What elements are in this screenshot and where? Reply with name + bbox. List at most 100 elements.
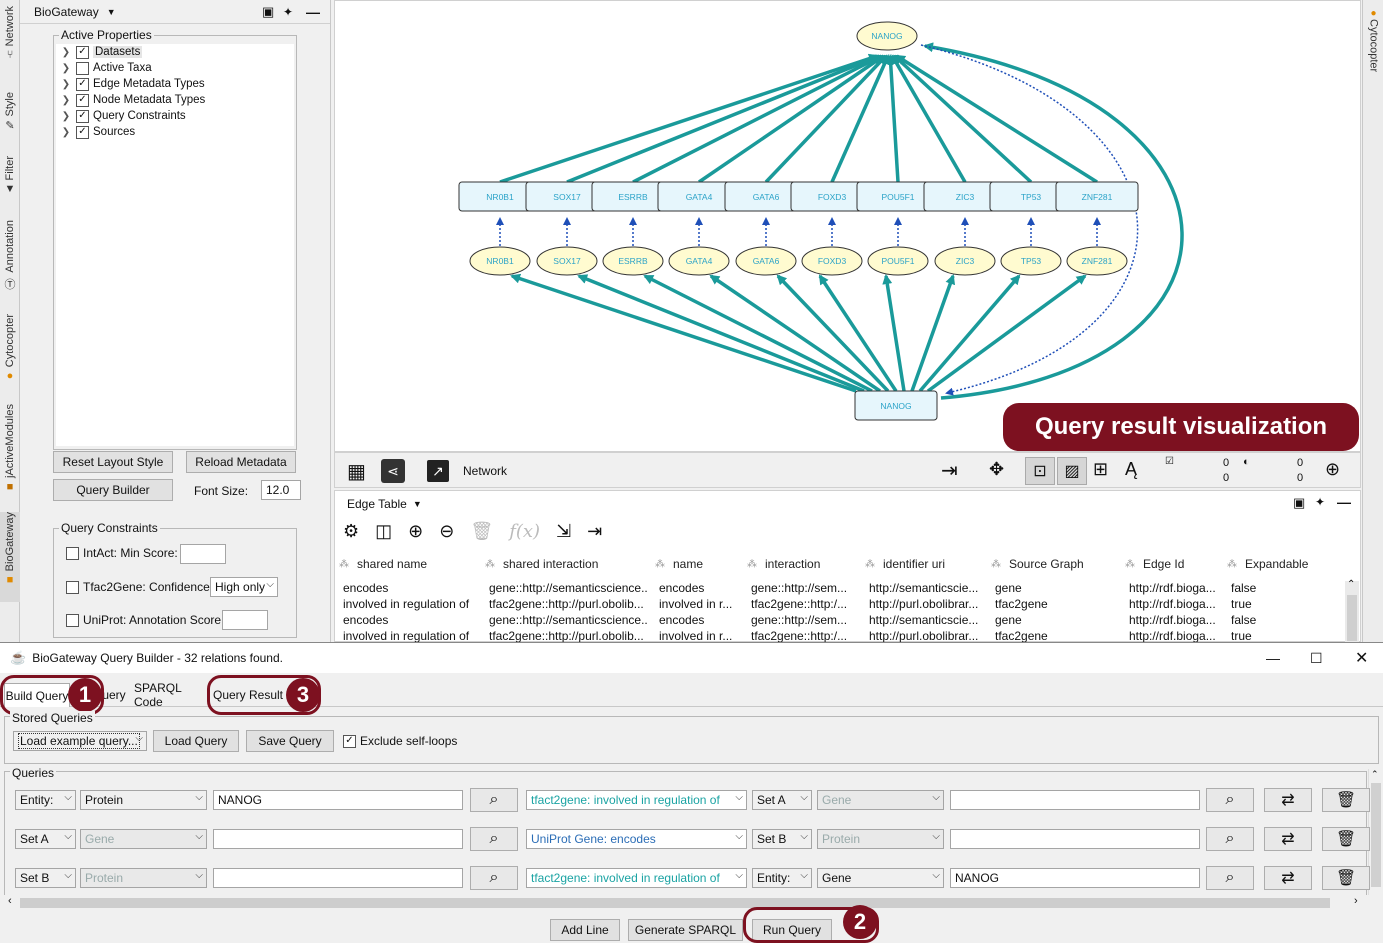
navigate-icon[interactable]: ⊕ <box>1325 459 1340 480</box>
checkbox-active-taxa[interactable] <box>76 61 89 75</box>
table-cell[interactable]: false <box>1231 581 1323 595</box>
table-cell[interactable]: true <box>1231 629 1323 643</box>
table-cell[interactable]: gene::http://semanticscience... <box>489 581 647 595</box>
window-maximize-icon[interactable]: ☐ <box>1310 650 1323 667</box>
hscroll-thumb[interactable] <box>20 898 1330 908</box>
table-cell[interactable]: http://rdf.bioga... <box>1129 597 1219 611</box>
select-annotations-icon[interactable]: ⊞ <box>1093 459 1108 480</box>
checkbox-intact[interactable] <box>66 546 79 560</box>
select-nodes-icon[interactable]: ⊡ <box>1025 457 1055 485</box>
column-header[interactable]: ⁂ Expandable <box>1227 551 1327 577</box>
table-cell[interactable]: involved in regulation of <box>343 629 477 643</box>
source-type-select[interactable]: Set A ⌵ <box>15 829 76 849</box>
edge-regulation[interactable] <box>577 274 865 393</box>
column-header[interactable]: ⁂ Edge Id <box>1125 551 1223 577</box>
target-type-select[interactable]: Entity: ⌵ <box>752 868 812 888</box>
target-value-input[interactable]: NANOG <box>950 868 1200 888</box>
checkbox-query-constraints[interactable]: ✓ <box>76 109 89 123</box>
target-kind-select[interactable]: Gene ⌵ <box>817 868 944 888</box>
uniprot-score-input[interactable] <box>222 610 268 630</box>
open-external-icon[interactable]: ↗ <box>427 460 449 482</box>
source-value-input[interactable] <box>213 868 463 888</box>
scroll-right-icon[interactable]: › <box>1354 895 1358 907</box>
delete-line-button[interactable]: 🗑 <box>1322 827 1370 851</box>
table-cell[interactable]: tfac2gene <box>995 597 1117 611</box>
tab-jactivemodules[interactable]: jActiveModules ■ <box>0 404 20 500</box>
table-scrollbar[interactable]: ⌃ <box>1345 579 1359 643</box>
generate-sparql-button[interactable]: Generate SPARQL <box>628 919 743 941</box>
edge-table-title[interactable]: Edge Table ▼ <box>347 497 422 511</box>
scroll-thumb[interactable] <box>1371 783 1381 887</box>
window-minimize-icon[interactable]: — <box>1266 650 1280 666</box>
tree-item-datasets[interactable]: ❯ ✓ Datasets <box>56 44 294 60</box>
edge-regulation[interactable] <box>882 274 906 392</box>
minimize-icon[interactable]: — <box>306 4 320 20</box>
table-cell[interactable]: gene::http://sem... <box>751 581 857 595</box>
tree-item-active-taxa[interactable]: ❯ Active Taxa <box>56 60 294 76</box>
table-cell[interactable]: http://rdf.bioga... <box>1129 629 1219 643</box>
reset-layout-button[interactable]: Reset Layout Style <box>53 451 173 473</box>
checkbox-uniprot[interactable] <box>66 613 79 627</box>
target-value-input[interactable] <box>950 790 1200 810</box>
scroll-up-icon[interactable]: ⌃ <box>1371 769 1379 780</box>
table-cell[interactable]: http://rdf.bioga... <box>1129 613 1219 627</box>
table-cell[interactable]: tfac2gene::http://purl.obolib... <box>489 597 647 611</box>
search-target-button[interactable]: ⌕ <box>1206 866 1254 890</box>
grid-view-icon[interactable]: ▦ <box>347 459 366 484</box>
chevron-right-icon[interactable]: ❯ <box>56 111 76 122</box>
panel-title[interactable]: BioGateway <box>34 5 99 19</box>
table-cell[interactable]: gene::http://sem... <box>751 613 857 627</box>
right-side-tab[interactable]: ● Cytocopter <box>1362 0 1383 642</box>
queries-vscroll[interactable]: ⌃ <box>1368 769 1382 901</box>
queries-hscroll[interactable]: ‹ › <box>4 895 1379 911</box>
edge-regulation[interactable] <box>510 273 857 393</box>
column-header[interactable]: ⁂ identifier uri <box>865 551 987 577</box>
checkbox-exclude-self-loops[interactable]: ✓ <box>343 734 356 748</box>
source-value-input[interactable]: NANOG <box>213 790 463 810</box>
table-cell[interactable]: tfac2gene <box>995 629 1117 643</box>
float-icon[interactable]: ▣ <box>1293 495 1305 511</box>
column-header[interactable]: ⁂ name <box>655 551 743 577</box>
columns-icon[interactable]: ◫ <box>375 521 392 542</box>
table-cell[interactable]: http://semanticscie... <box>869 581 983 595</box>
tab-annotation[interactable]: Annotation Ⓣ <box>0 220 20 294</box>
table-cell[interactable]: encodes <box>343 613 477 627</box>
chevron-right-icon[interactable]: ❯ <box>56 127 76 138</box>
network-canvas[interactable]: NR0B1 SOX17 ESRRB GATA4 GATA6 FOXD3 POU5F1 ZIC3… <box>334 0 1361 452</box>
swap-button[interactable]: ⇄ <box>1264 788 1312 812</box>
chevron-right-icon[interactable]: ❯ <box>56 47 76 58</box>
tree-item-edge-metadata[interactable]: ❯ ✓ Edge Metadata Types <box>56 76 294 92</box>
target-type-select[interactable]: Set B ⌵ <box>752 829 812 849</box>
source-type-select[interactable]: Entity: ⌵ <box>15 790 76 810</box>
checkbox-tfac[interactable] <box>66 580 79 594</box>
tab-cytocopter[interactable]: Cytocopter ● <box>0 314 20 388</box>
table-cell[interactable]: involved in r... <box>659 629 739 643</box>
query-builder-button[interactable]: Query Builder <box>53 479 173 501</box>
chevron-right-icon[interactable]: ❯ <box>56 63 76 74</box>
export-table-icon[interactable]: ⇥ <box>587 521 602 542</box>
table-cell[interactable]: http://purl.obolibrar... <box>869 597 983 611</box>
tfac-confidence-select[interactable]: High only ⌵ <box>210 577 278 597</box>
source-value-input[interactable] <box>213 829 463 849</box>
table-cell[interactable]: gene <box>995 613 1117 627</box>
add-column-icon[interactable]: ⊕ <box>408 521 423 542</box>
scroll-left-icon[interactable]: ‹ <box>8 895 12 907</box>
remove-column-icon[interactable]: ⊖ <box>439 521 454 542</box>
tab-network[interactable]: Network ⑂ <box>0 6 20 72</box>
edge-encodes[interactable] <box>885 54 900 183</box>
edge-encodes-dotted[interactable] <box>920 44 1139 396</box>
table-cell[interactable]: tfac2gene::http://purl.obolib... <box>489 629 647 643</box>
checkbox-sources[interactable]: ✓ <box>76 125 89 139</box>
edge-encodes[interactable] <box>499 53 879 184</box>
chevron-right-icon[interactable]: ❯ <box>56 95 76 106</box>
share-network-icon[interactable]: ⋖ <box>381 459 405 483</box>
chevron-down-icon[interactable]: ▼ <box>413 499 422 509</box>
column-header[interactable]: ⁂ interaction <box>747 551 861 577</box>
search-source-button[interactable]: ⌕ <box>470 788 518 812</box>
relation-select[interactable]: tfact2gene: involved in regulation of ⌵ <box>526 868 747 888</box>
table-cell[interactable]: involved in regulation of <box>343 597 477 611</box>
add-line-button[interactable]: Add Line <box>550 919 620 941</box>
table-cell[interactable]: encodes <box>659 581 739 595</box>
table-cell[interactable]: gene::http://semanticscience... <box>489 613 647 627</box>
network-graph[interactable]: NR0B1 SOX17 ESRRB GATA4 GATA6 FOXD3 POU5F1 ZIC3… <box>335 1 1362 453</box>
